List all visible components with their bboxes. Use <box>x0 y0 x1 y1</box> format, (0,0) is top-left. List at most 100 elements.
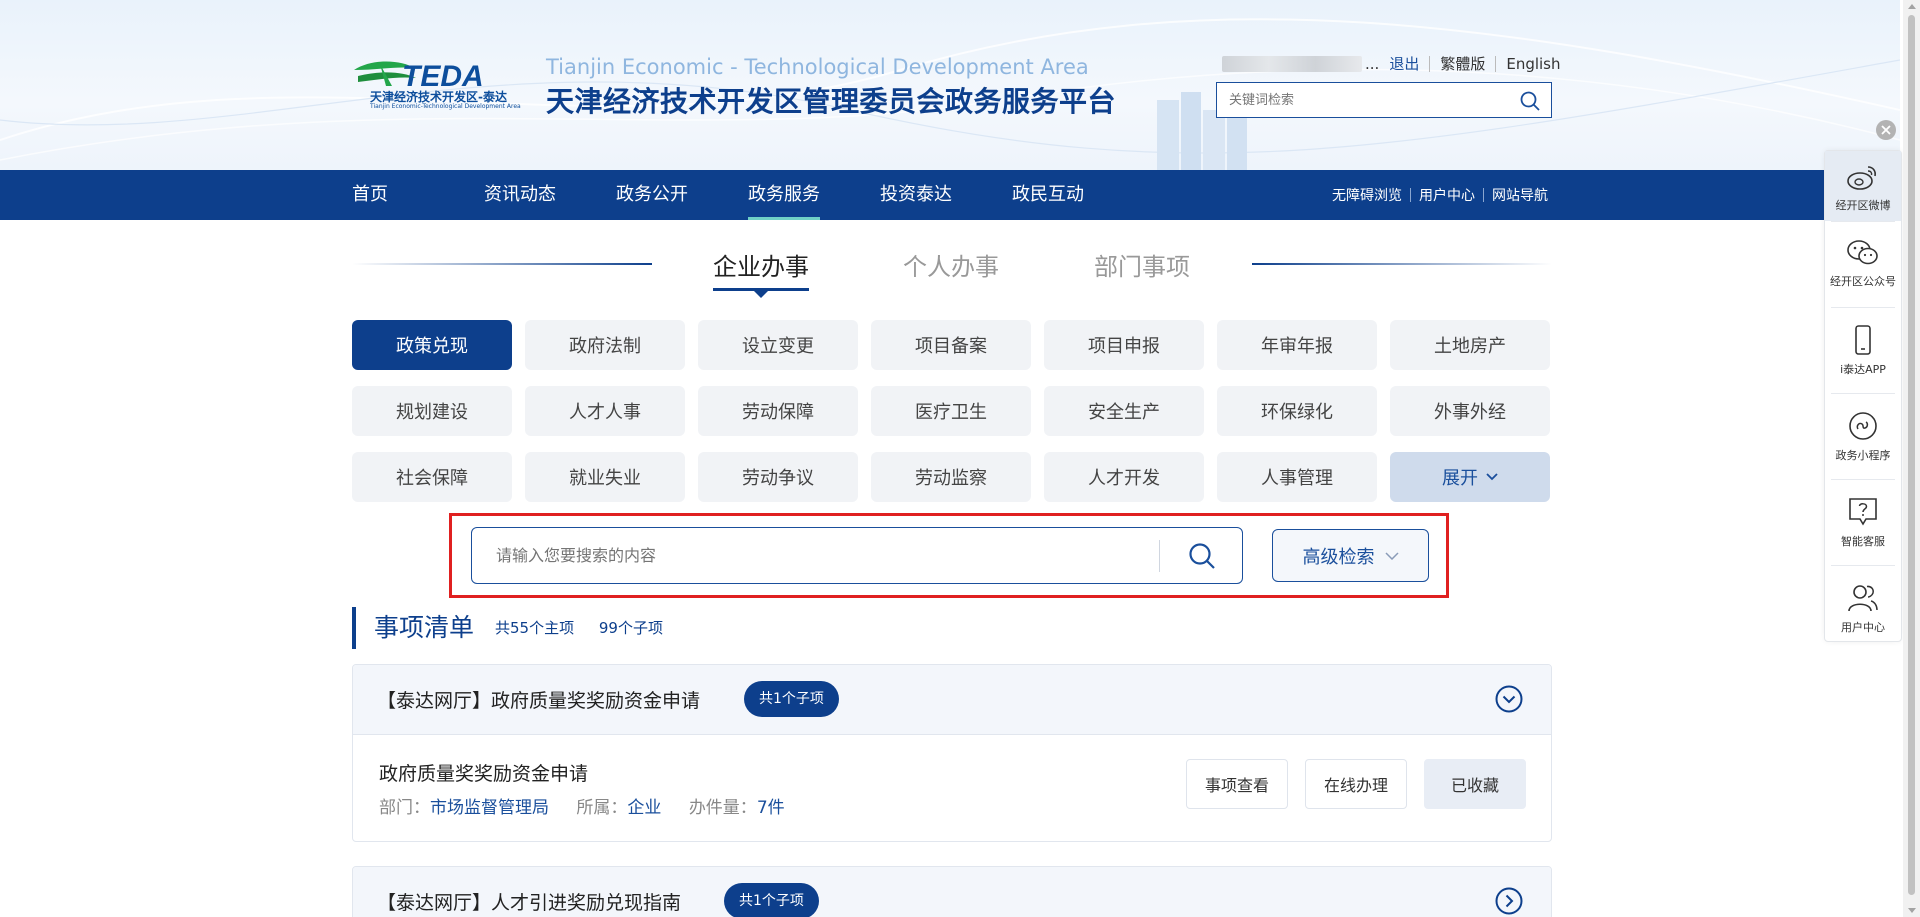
keyword-search-box <box>1216 82 1552 118</box>
site-title-english: Tianjin Economic - Technological Develop… <box>546 55 1089 79</box>
site-title: 天津经济技术开发区管理委员会政务服务平台 <box>546 85 1117 118</box>
keyword-search-input[interactable] <box>1217 83 1507 117</box>
scroll-up-arrow[interactable] <box>1908 4 1916 9</box>
service-environment[interactable]: 环保绿化 <box>1217 386 1377 436</box>
side-item-mini-program[interactable]: 政务小程序 <box>1825 401 1901 471</box>
service-project-application[interactable]: 项目申报 <box>1044 320 1204 370</box>
service-talent-development[interactable]: 人才开发 <box>1044 452 1204 502</box>
decorative-line-right <box>1252 263 1552 265</box>
close-panel-button[interactable] <box>1876 120 1896 140</box>
weibo-icon <box>1847 166 1876 190</box>
service-personnel-management[interactable]: 人事管理 <box>1217 452 1377 502</box>
service-policy-fulfillment[interactable]: 政策兑现 <box>352 320 512 370</box>
user-center-link[interactable]: 用户中心 <box>1419 185 1475 205</box>
expand-label: 展开 <box>1442 468 1478 489</box>
english-link[interactable]: English <box>1506 55 1560 73</box>
item-card: 【泰达网厅】政府质量奖奖励资金申请 共1个子项 政府质量奖奖励资金申请 部门：市… <box>352 664 1552 842</box>
service-talent-personnel[interactable]: 人才人事 <box>525 386 685 436</box>
side-item-label: 政务小程序 <box>1835 449 1891 462</box>
collapse-chevron-icon[interactable] <box>1495 685 1523 713</box>
accessibility-link[interactable]: 无障碍浏览 <box>1332 185 1402 205</box>
view-item-button[interactable]: 事项查看 <box>1186 759 1288 809</box>
site-map-link[interactable]: 网站导航 <box>1492 185 1548 205</box>
nav-utility-links: 无障碍浏览 用户中心 网站导航 <box>1332 170 1548 220</box>
active-tab-caret <box>754 291 768 298</box>
service-project-filing[interactable]: 项目备案 <box>871 320 1031 370</box>
nav-government-services[interactable]: 政务服务 <box>748 170 820 220</box>
side-item-wechat[interactable]: 经开区公众号 <box>1825 229 1901 299</box>
divider <box>1831 307 1895 308</box>
sub-item-badge: 共1个子项 <box>724 883 819 917</box>
main-search-box <box>471 527 1243 584</box>
item-list-title: 事项清单 <box>374 613 475 642</box>
side-item-label: i泰达APP <box>1840 363 1886 376</box>
side-item-label: 经开区微博 <box>1835 199 1891 212</box>
advanced-search-button[interactable]: 高级检索 <box>1272 529 1429 582</box>
logout-link[interactable]: 退出 <box>1389 53 1419 74</box>
side-item-customer-service[interactable]: 智能客服 <box>1825 487 1901 557</box>
username-ellipsis: ... <box>1365 54 1380 73</box>
help-icon <box>1849 498 1877 526</box>
service-safety-production[interactable]: 安全生产 <box>1044 386 1204 436</box>
service-labor-dispute[interactable]: 劳动争议 <box>698 452 858 502</box>
service-labor-inspection[interactable]: 劳动监察 <box>871 452 1031 502</box>
section-accent-bar <box>352 607 356 649</box>
expand-button[interactable]: 展开 <box>1390 452 1550 502</box>
close-icon <box>1881 125 1891 135</box>
scroll-down-arrow[interactable] <box>1908 908 1916 913</box>
count-value: 7件 <box>756 798 785 818</box>
side-item-label: 经开区公众号 <box>1830 275 1896 288</box>
mobile-icon <box>1855 325 1871 355</box>
side-item-label: 用户中心 <box>1841 621 1885 634</box>
page-scrollbar[interactable] <box>1903 0 1920 917</box>
service-establishment-change[interactable]: 设立变更 <box>698 320 858 370</box>
sub-item-meta: 部门：市场监督管理局 所属：企业 办件量：7件 <box>379 793 785 818</box>
service-labor-security[interactable]: 劳动保障 <box>698 386 858 436</box>
tab-enterprise-affairs[interactable]: 企业办事 <box>713 247 809 282</box>
belong-label: 所属： <box>576 798 628 818</box>
advanced-search-label: 高级检索 <box>1302 546 1375 568</box>
nav-news[interactable]: 资讯动态 <box>484 170 556 220</box>
favorited-button[interactable]: 已收藏 <box>1424 759 1526 809</box>
apply-online-button[interactable]: 在线办理 <box>1305 759 1407 809</box>
dept-label: 部门： <box>379 798 430 818</box>
item-card-header[interactable]: 【泰达网厅】人才引进奖励兑现指南 共1个子项 <box>353 867 1551 917</box>
service-employment[interactable]: 就业失业 <box>525 452 685 502</box>
nav-interaction[interactable]: 政民互动 <box>1012 170 1084 220</box>
side-item-app[interactable]: i泰达APP <box>1825 315 1901 385</box>
service-legal[interactable]: 政府法制 <box>525 320 685 370</box>
divider <box>1495 55 1497 72</box>
search-icon[interactable] <box>1519 90 1541 112</box>
dept-value: 市场监督管理局 <box>430 798 549 818</box>
blurred-username <box>1222 55 1362 72</box>
item-card-header[interactable]: 【泰达网厅】政府质量奖奖励资金申请 共1个子项 <box>353 665 1551 734</box>
expand-chevron-icon[interactable] <box>1495 887 1523 915</box>
main-nav: 首页 资讯动态 政务公开 政务服务 投资泰达 政民互动 无障碍浏览 用户中心 网… <box>0 170 1900 220</box>
nav-invest-teda[interactable]: 投资泰达 <box>880 170 952 220</box>
traditional-chinese-link[interactable]: 繁體版 <box>1440 53 1485 74</box>
sub-item-name[interactable]: 政府质量奖奖励资金申请 <box>379 759 588 786</box>
tab-department-items[interactable]: 部门事项 <box>1094 247 1190 282</box>
side-item-user-center[interactable]: 用户中心 <box>1825 573 1901 643</box>
service-medical-health[interactable]: 医疗卫生 <box>871 386 1031 436</box>
divider <box>1410 188 1411 202</box>
nav-home[interactable]: 首页 <box>352 170 388 220</box>
belong-value: 企业 <box>627 798 662 818</box>
wechat-icon <box>1847 240 1878 265</box>
scrollbar-thumb[interactable] <box>1908 15 1915 895</box>
service-foreign-affairs[interactable]: 外事外经 <box>1390 386 1550 436</box>
item-card: 【泰达网厅】人才引进奖励兑现指南 共1个子项 <box>352 866 1552 917</box>
service-planning-construction[interactable]: 规划建设 <box>352 386 512 436</box>
divider <box>1831 565 1895 566</box>
floating-side-panel: 经开区微博 经开区公众号 i泰达APP 政务小程序 智能客服 用户中心 <box>1824 150 1902 642</box>
main-search-input[interactable] <box>496 528 1176 583</box>
service-social-security[interactable]: 社会保障 <box>352 452 512 502</box>
nav-government-affairs[interactable]: 政务公开 <box>616 170 688 220</box>
tab-personal-affairs[interactable]: 个人办事 <box>903 247 999 282</box>
service-annual-report[interactable]: 年审年报 <box>1217 320 1377 370</box>
search-icon[interactable] <box>1188 542 1216 570</box>
item-card-title: 【泰达网厅】人才引进奖励兑现指南 <box>377 892 682 914</box>
service-land-property[interactable]: 土地房产 <box>1390 320 1550 370</box>
side-item-weibo[interactable]: 经开区微博 <box>1825 151 1901 221</box>
logo-english-name: Tianjin Economic-Technological Developme… <box>370 103 521 110</box>
